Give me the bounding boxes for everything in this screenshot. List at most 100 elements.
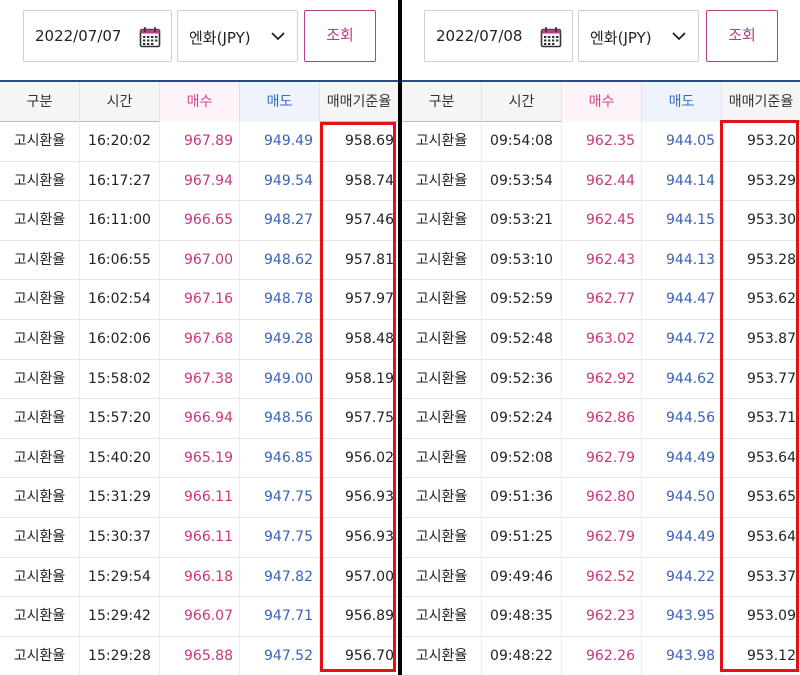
- cell-buy: 962.44: [562, 161, 642, 201]
- table-row: 고시환율 15:29:54 966.18 947.82 957.00: [0, 557, 398, 598]
- cell-buy: 962.79: [562, 438, 642, 478]
- cell-sell: 947.75: [240, 517, 320, 557]
- cell-buy: 962.86: [562, 399, 642, 438]
- cell-base-rate: 957.75: [345, 410, 394, 427]
- cell-sell: 949.54: [240, 161, 320, 201]
- table-row: 고시환율 09:53:21 962.45 944.15 953.30: [402, 201, 800, 241]
- table-row: 고시환율 09:52:48 963.02 944.72 953.87: [402, 319, 800, 360]
- cell-sell: 944.56: [642, 399, 722, 438]
- cell-time: 15:29:42: [80, 597, 160, 636]
- cell-buy: 966.07: [160, 597, 240, 636]
- table-row: 고시환율 09:51:36 962.80 944.50 953.65: [402, 478, 800, 518]
- table-row: 고시환율 09:52:59 962.77 944.47 953.62: [402, 280, 800, 320]
- cell-base-rate: 957.97: [345, 291, 394, 308]
- cell-sell: 944.50: [642, 478, 722, 517]
- cell-kind: 고시환율: [0, 438, 80, 478]
- cell-time: 15:29:54: [80, 557, 160, 597]
- cell-buy: 966.94: [160, 399, 240, 438]
- cell-time: 09:53:21: [482, 201, 562, 240]
- header-buy: 매수: [562, 82, 642, 122]
- table-row: 고시환율 09:53:10 962.43 944.13 953.28: [402, 240, 800, 281]
- date-picker[interactable]: 2022/07/08: [424, 10, 573, 62]
- cell-base-rate: 953.29: [747, 172, 796, 189]
- date-value: 2022/07/07: [35, 27, 122, 45]
- cell-time: 09:53:54: [482, 161, 562, 201]
- cell-buy: 962.92: [562, 359, 642, 399]
- rate-table: 구분 시간 매수 매도 매매기준율 고시환율 09:54:08 962.35 944.…: [402, 80, 800, 675]
- cell-sell: 948.78: [240, 280, 320, 319]
- cell-time: 15:29:28: [80, 636, 160, 675]
- cell-buy: 966.18: [160, 557, 240, 597]
- table-row: 고시환율 09:53:54 962.44 944.14 953.29: [402, 161, 800, 202]
- query-controls: 2022/07/07 엔화(JPY) 조회: [0, 10, 398, 62]
- rate-table: 구분 시간 매수 매도 매매기준율 고시환율 16:20:02 967.89 949.…: [0, 80, 398, 675]
- table-row: 고시환율 09:52:24 962.86 944.56 953.71: [402, 399, 800, 439]
- cell-buy: 967.38: [160, 359, 240, 399]
- date-picker[interactable]: 2022/07/07: [23, 10, 172, 62]
- table-row: 고시환율 16:02:54 967.16 948.78 957.97: [0, 280, 398, 320]
- header-kind: 구분: [0, 82, 80, 122]
- table-row: 고시환율 15:29:42 966.07 947.71 956.89: [0, 597, 398, 637]
- cell-kind: 고시환율: [0, 161, 80, 201]
- cell-sell: 944.05: [642, 122, 722, 161]
- cell-base-rate: 953.20: [747, 133, 796, 149]
- cell-kind: 고시환율: [0, 636, 80, 675]
- cell-base-rate: 957.00: [345, 568, 394, 585]
- cell-time: 09:48:22: [482, 636, 562, 675]
- table-row: 고시환율 16:02:06 967.68 949.28 958.48: [0, 319, 398, 360]
- cell-kind: 고시환율: [402, 517, 482, 557]
- calendar-icon[interactable]: [540, 26, 562, 48]
- cell-time: 09:52:08: [482, 438, 562, 478]
- cell-time: 09:49:46: [482, 557, 562, 597]
- cell-time: 16:20:02: [80, 122, 160, 161]
- cell-base-rate: 953.30: [747, 212, 796, 229]
- header-time: 시간: [482, 82, 562, 122]
- cell-kind: 고시환율: [402, 399, 482, 438]
- cell-buy: 962.26: [562, 636, 642, 675]
- cell-sell: 949.00: [240, 359, 320, 399]
- cell-time: 15:58:02: [80, 359, 160, 399]
- cell-kind: 고시환율: [0, 359, 80, 399]
- cell-kind: 고시환율: [0, 201, 80, 240]
- cell-kind: 고시환율: [402, 161, 482, 201]
- chevron-down-icon: [672, 32, 686, 41]
- cell-base-rate: 953.71: [747, 410, 796, 427]
- cell-buy: 965.19: [160, 438, 240, 478]
- cell-sell: 944.47: [642, 280, 722, 319]
- cell-time: 09:48:35: [482, 597, 562, 636]
- query-controls: 2022/07/08 엔화(JPY) 조회: [402, 10, 800, 62]
- search-button[interactable]: 조회: [706, 10, 778, 62]
- cell-kind: 고시환율: [402, 122, 482, 161]
- cell-time: 16:11:00: [80, 201, 160, 240]
- table-row: 고시환율 09:52:36 962.92 944.62 953.77: [402, 359, 800, 400]
- cell-base-rate: 956.93: [345, 489, 394, 506]
- cell-time: 16:02:06: [80, 319, 160, 359]
- cell-base-rate: 956.70: [345, 647, 394, 664]
- cell-base-rate: 953.87: [747, 330, 796, 347]
- header-base-rate: 매매기준율: [326, 94, 392, 110]
- cell-buy: 967.00: [160, 240, 240, 280]
- cell-kind: 고시환율: [0, 122, 80, 161]
- cell-sell: 947.82: [240, 557, 320, 597]
- cell-buy: 967.89: [160, 122, 240, 161]
- cell-kind: 고시환율: [402, 478, 482, 517]
- cell-kind: 고시환율: [0, 319, 80, 359]
- calendar-icon[interactable]: [139, 26, 161, 48]
- cell-kind: 고시환율: [0, 280, 80, 319]
- currency-select[interactable]: 엔화(JPY): [177, 10, 298, 62]
- table-row: 고시환율 15:31:29 966.11 947.75 956.93: [0, 478, 398, 518]
- currency-select[interactable]: 엔화(JPY): [578, 10, 699, 62]
- cell-base-rate: 953.64: [747, 449, 796, 466]
- cell-time: 16:06:55: [80, 240, 160, 280]
- header-sell: 매도: [642, 82, 722, 122]
- cell-kind: 고시환율: [0, 478, 80, 517]
- cell-sell: 948.56: [240, 399, 320, 438]
- search-button[interactable]: 조회: [304, 10, 376, 62]
- cell-buy: 962.45: [562, 201, 642, 240]
- header-time: 시간: [80, 82, 160, 122]
- table-header: 구분 시간 매수 매도 매매기준율: [0, 80, 398, 122]
- chevron-down-icon: [271, 32, 285, 41]
- cell-kind: 고시환율: [0, 517, 80, 557]
- cell-time: 15:40:20: [80, 438, 160, 478]
- cell-time: 16:17:27: [80, 161, 160, 201]
